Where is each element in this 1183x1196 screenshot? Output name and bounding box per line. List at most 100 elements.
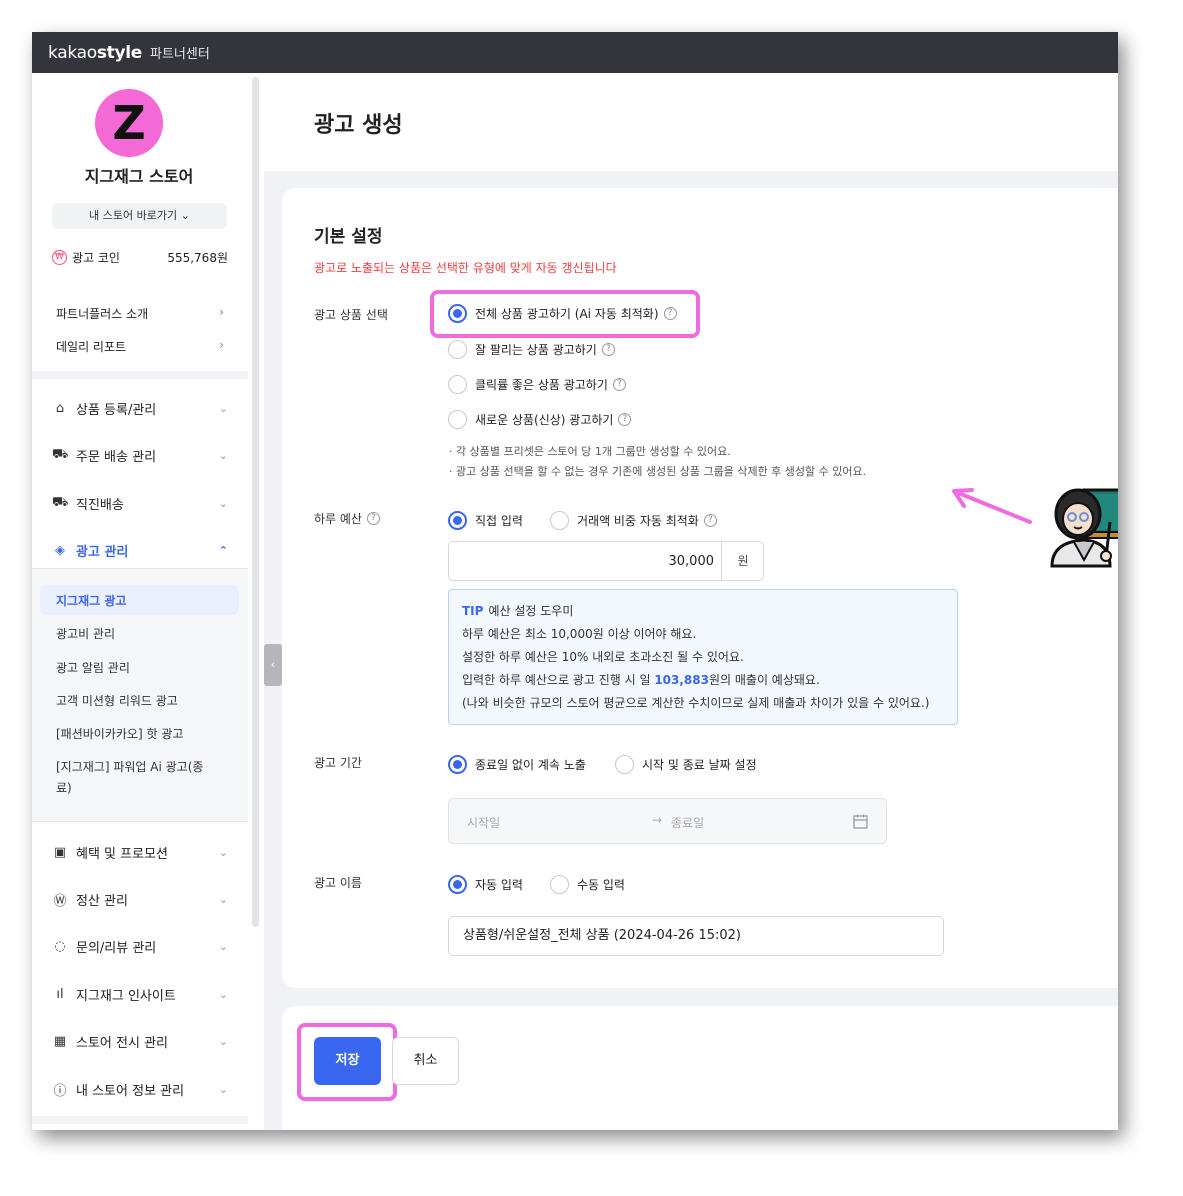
arrow-right-icon: → — [652, 813, 663, 827]
menu-label: 정산 관리 — [76, 894, 128, 909]
menu-benefits-promotion[interactable]: ▣ 혜택 및 프로모션 ⌄ — [52, 843, 228, 862]
menu-inquiry-review[interactable]: ◌ 문의/리뷰 관리 ⌄ — [52, 937, 228, 956]
top-bar: kakaostyle 파트너센터 — [32, 32, 1118, 73]
won-circle-icon: Ⓦ — [53, 894, 67, 909]
menu-direct-delivery[interactable]: ⛟ 직진배송 ⌄ — [52, 494, 228, 513]
chevron-down-icon: ⌄ — [218, 940, 228, 953]
ad-name-label: 광고 이름 — [314, 876, 362, 890]
menu-settlement[interactable]: Ⓦ 정산 관리 ⌄ — [52, 890, 228, 909]
chat-icon: ◌ — [54, 939, 66, 954]
menu-insight[interactable]: ıl 지그재그 인사이트 ⌄ — [52, 985, 228, 1004]
sidebar-scrollbar[interactable] — [252, 77, 259, 927]
menu-label: 주문 배송 관리 — [76, 450, 157, 465]
radio-circle — [448, 755, 467, 774]
megaphone-icon: ◈ — [55, 543, 65, 558]
store-avatar: Z — [95, 89, 163, 157]
radio-auto-optimize[interactable]: 거래액 비중 자동 최적화 ? — [550, 511, 717, 530]
radio-circle — [448, 340, 467, 359]
chevron-down-icon: ⌄ — [218, 497, 228, 510]
help-icon[interactable]: ? — [618, 413, 632, 426]
menu-label: 직진배송 — [76, 498, 124, 513]
daily-budget-label: 하루 예산 ? — [314, 510, 380, 527]
menu-product-management[interactable]: ⌂ 상품 등록/관리 ⌄ — [52, 399, 228, 418]
ticket-icon: ▣ — [53, 845, 67, 860]
tip-line: 하루 예산은 최소 10,000원 이상 이어야 해요. — [462, 627, 697, 641]
menu-label: 스토어 전시 관리 — [76, 1036, 168, 1051]
tip-line: 입력한 하루 예산으로 광고 진행 시 일 103,883원의 매출이 예상돼요… — [462, 673, 820, 687]
chevron-down-icon: ⌄ — [218, 1035, 228, 1048]
start-date-placeholder: 시작일 — [467, 816, 501, 830]
cart-icon: ⛟ — [52, 447, 69, 462]
menu-order-shipping[interactable]: ⛟ 주문 배송 관리 ⌄ — [52, 446, 228, 465]
radio-all-products[interactable]: 전체 상품 광고하기 (Ai 자동 최적화) ? — [448, 304, 677, 323]
menu-store-display[interactable]: ▦ 스토어 전시 관리 ⌄ — [52, 1032, 228, 1051]
chevron-right-icon: › — [219, 305, 224, 319]
page-title: 광고 생성 — [314, 113, 403, 138]
radio-best-selling[interactable]: 잘 팔리는 상품 광고하기 ? — [448, 340, 615, 359]
daily-budget-unit: 원 — [721, 542, 764, 580]
submenu-item-hot-ad[interactable]: [패션바이카카오] 핫 광고 — [56, 724, 216, 745]
menu-store-info[interactable]: ⓘ 내 스토어 정보 관리 ⌄ — [52, 1080, 228, 1099]
save-button[interactable]: 저장 — [314, 1037, 381, 1085]
quick-link-partner-plus[interactable]: 파트너플러스 소개 › — [56, 305, 224, 322]
chevron-down-icon: ⌄ — [218, 1083, 228, 1096]
store-shortcut-button[interactable]: 내 스토어 바로가기 ⌄ — [52, 203, 227, 229]
product-select-label: 광고 상품 선택 — [314, 308, 388, 322]
page-header: 광고 생성 — [264, 73, 1118, 171]
radio-circle — [615, 755, 634, 774]
ad-coin-label: 광고 코인 — [72, 251, 120, 265]
bar-chart-icon: ıl — [56, 987, 64, 1002]
radio-direct-input[interactable]: 직접 입력 — [448, 511, 523, 530]
radio-high-ctr[interactable]: 클릭률 좋은 상품 광고하기 ? — [448, 375, 626, 394]
radio-circle — [448, 511, 467, 530]
menu-label: 문의/리뷰 관리 — [76, 941, 157, 956]
menu-label: 상품 등록/관리 — [76, 403, 157, 418]
help-icon[interactable]: ? — [601, 343, 615, 356]
chevron-down-icon: ⌄ — [218, 402, 228, 415]
help-icon[interactable]: ? — [703, 514, 717, 527]
help-icon[interactable]: ? — [663, 307, 677, 320]
brand-logo[interactable]: kakaostyle — [48, 43, 142, 63]
help-icon[interactable]: ? — [366, 512, 380, 525]
calendar-icon[interactable] — [853, 814, 868, 829]
store-name: 지그재그 스토어 — [84, 167, 194, 186]
tip-line: (나와 비슷한 규모의 스토어 평균으로 계산한 수치이므로 실제 매출과 차이… — [462, 696, 930, 710]
chevron-down-icon: ⌄ — [218, 893, 228, 906]
radio-manual-name[interactable]: 수동 입력 — [550, 875, 625, 894]
section-title: 기본 설정 — [314, 227, 383, 247]
sidebar-collapse-button[interactable]: ‹ — [264, 644, 282, 686]
menu-label: 광고 관리 — [76, 545, 129, 560]
ad-period-label: 광고 기간 — [314, 756, 362, 770]
quick-link-daily-report[interactable]: 데일리 리포트 › — [56, 338, 224, 355]
radio-auto-name[interactable]: 자동 입력 — [448, 875, 523, 894]
submenu-item-powerup-ai-ad[interactable]: [지그재그] 파워업 Ai 광고(종료) — [56, 757, 216, 799]
chevron-down-icon: ⌄ — [218, 449, 228, 462]
radio-set-dates[interactable]: 시작 및 종료 날짜 설정 — [615, 755, 757, 774]
radio-no-end-date[interactable]: 종료일 없이 계속 노출 — [448, 755, 586, 774]
cancel-button[interactable]: 취소 — [392, 1037, 459, 1085]
ad-name-input[interactable]: 상품형/쉬운설정_전체 상품 (2024-04-26 15:02) — [448, 916, 944, 956]
submenu-item-zigzag-ad[interactable]: 지그재그 광고 — [40, 585, 239, 615]
section-note: 광고로 노출되는 상품은 선택한 유형에 맞게 자동 갱신됩니다 — [314, 261, 617, 275]
daily-budget-input[interactable]: 30,000 원 — [448, 541, 764, 581]
radio-circle — [550, 875, 569, 894]
chevron-right-icon: › — [219, 338, 224, 352]
daily-budget-value: 30,000 — [668, 554, 715, 569]
truck-icon: ⛟ — [52, 495, 69, 510]
submenu-item-ad-alerts[interactable]: 광고 알림 관리 — [56, 658, 216, 679]
help-icon[interactable]: ? — [612, 378, 626, 391]
radio-new-products[interactable]: 새로운 상품(신상) 광고하기 ? — [448, 410, 632, 429]
divider — [32, 821, 248, 822]
submenu-item-mission-reward-ad[interactable]: 고객 미션형 리워드 광고 — [56, 691, 216, 712]
chevron-down-icon: ⌄ — [218, 846, 228, 859]
won-icon: ₩ — [52, 250, 67, 265]
date-range-picker[interactable]: 시작일 → 종료일 — [448, 798, 887, 844]
radio-circle — [448, 410, 467, 429]
basic-settings-card: 기본 설정 광고로 노출되는 상품은 선택한 유형에 맞게 자동 갱신됩니다 광… — [282, 188, 1118, 988]
menu-label: 내 스토어 정보 관리 — [76, 1084, 185, 1099]
layout-icon: ▦ — [53, 1034, 67, 1049]
chevron-up-icon: ⌃ — [218, 544, 228, 557]
sidebar: Z 지그재그 스토어 내 스토어 바로가기 ⌄ ₩ 광고 코인 555,768원… — [32, 73, 248, 1130]
submenu-item-ad-cost[interactable]: 광고비 관리 — [56, 624, 216, 645]
menu-ad-management[interactable]: ◈ 광고 관리 ⌃ — [52, 541, 228, 560]
